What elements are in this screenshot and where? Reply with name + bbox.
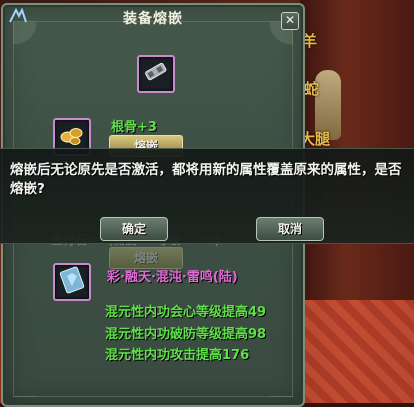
confirm-dialog: 熔嵌后无论原先是否激活，都将用新的属性覆盖原来的属性，是否熔嵌? 确定 取消 (0, 148, 414, 244)
material-bonus-label: 根骨+3 (111, 120, 157, 135)
result-stat-1: 混元性内功会心等级提高49 (105, 305, 267, 320)
blue-gem-scroll-icon (58, 266, 86, 298)
cancel-button[interactable]: 取消 (256, 217, 324, 241)
game-logo-icon (7, 7, 29, 25)
result-stat-3: 混元性内功攻击提高176 (105, 348, 250, 363)
result-slot[interactable] (53, 263, 91, 301)
result-stat-2: 混元性内功破防等级提高98 (105, 327, 267, 342)
panel-title: 装备熔嵌 (123, 11, 183, 27)
scene-sign-glyph-2: 蛇 (304, 80, 320, 98)
confirm-button[interactable]: 确定 (100, 217, 168, 241)
confirm-message: 熔嵌后无论原先是否激活，都将用新的属性覆盖原来的属性，是否熔嵌? (10, 162, 402, 197)
close-button[interactable]: ✕ (281, 12, 299, 30)
armor-bracer-icon (142, 58, 170, 90)
equipment-slot[interactable] (137, 55, 175, 93)
result-item-name: 彩·融天·混沌·雷鸣(陆) (107, 270, 238, 285)
